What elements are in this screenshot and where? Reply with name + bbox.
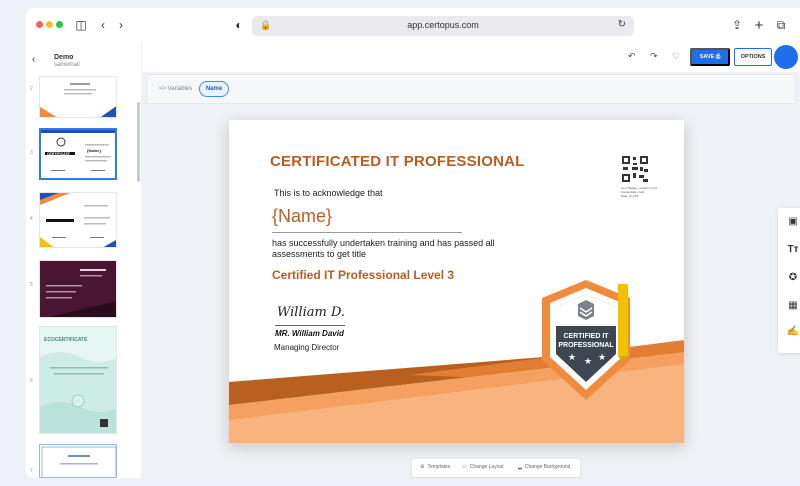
undo-icon[interactable]: ↶ [628, 51, 636, 62]
thumb-name: {Name} [87, 148, 102, 153]
thumb-number: 5 [30, 282, 33, 288]
user-avatar[interactable] [774, 45, 798, 69]
panel-scrollbar[interactable] [137, 102, 140, 182]
badge-line2: PROFESSIONAL [558, 342, 614, 349]
save-label: SAVE [699, 54, 715, 60]
qr-pattern [621, 155, 649, 183]
right-tools: ▣ Tт ✪ ▦ ✍ [778, 208, 800, 353]
templates-icon: ⚙ [420, 464, 425, 470]
svg-text:★: ★ [598, 353, 606, 363]
template-thumbnail[interactable]: ECOCERTIFICATE [39, 326, 117, 434]
template-thumbnail[interactable] [39, 260, 117, 318]
template-thumbnail[interactable] [39, 192, 117, 248]
template-thumbnail[interactable] [39, 444, 117, 478]
editor-area: ↶ ↷ ♡ SAVE ⎙ OPTIONS <> Variables Name C… [142, 42, 800, 478]
maximize-window-dot[interactable] [56, 21, 63, 28]
name-underline [272, 232, 462, 233]
templates-label: Templates [427, 464, 451, 470]
certificate-canvas[interactable]: CERTIFICATED IT PROFESSIONAL This is to … [229, 120, 684, 443]
redo-icon[interactable]: ↷ [650, 51, 658, 62]
thumb-number: 2 [30, 86, 33, 92]
shield-icon[interactable]: ◐ [232, 16, 246, 34]
qr-tool-icon[interactable]: ▦ [778, 300, 800, 311]
tabs-overview-icon[interactable]: ⧉ [774, 16, 788, 34]
variable-chip-name[interactable]: Name [199, 81, 229, 97]
new-tab-icon[interactable]: + [752, 16, 766, 34]
change-layout-button[interactable]: ▭ Change Layout [462, 464, 504, 470]
certificate-title[interactable]: CERTIFICATED IT PROFESSIONAL [270, 153, 525, 170]
thumb-number: 4 [30, 216, 33, 222]
templates-button[interactable]: ⚙ Templates [420, 464, 450, 470]
certificate-course[interactable]: Certified IT Professional Level 3 [272, 268, 454, 282]
template-thumbnail[interactable] [39, 76, 117, 118]
badge-tool-icon[interactable]: ✪ [778, 272, 800, 283]
thumb-art [40, 193, 116, 247]
thumb-number: 6 [30, 378, 33, 384]
svg-text:★: ★ [568, 353, 576, 363]
heart-icon[interactable]: ♡ [672, 51, 680, 62]
project-subtitle: samemail [54, 62, 80, 68]
background-icon: ▂ [518, 464, 522, 470]
text-tool-icon[interactable]: Tт [778, 244, 800, 255]
signature-line [275, 325, 345, 326]
thumb-eco-title: ECOCERTIFICATE [44, 337, 88, 343]
sidebar-toggle-icon[interactable]: ◫ [74, 16, 88, 34]
forward-arrow-icon[interactable]: › [116, 16, 126, 34]
save-disk-icon: ⎙ [715, 53, 721, 60]
signer-role[interactable]: Managing Director [274, 343, 339, 352]
qr-code-icon[interactable] [621, 155, 649, 183]
svg-text:★: ★ [584, 357, 592, 367]
share-icon[interactable]: ⇪ [730, 16, 744, 34]
options-button[interactable]: OPTIONS [734, 48, 772, 66]
url-text: app.certopus.com [407, 20, 479, 30]
bottom-tools: ⚙ Templates ▭ Change Layout ▂ Change Backgr… [412, 459, 580, 477]
save-template-icon[interactable]: ▣ [778, 216, 800, 227]
thumb-number: 7 [30, 468, 33, 474]
variables-bar: <> Variables Name [146, 74, 796, 104]
signature[interactable]: William D. [277, 305, 345, 320]
thumb-art [40, 83, 116, 117]
browser-chrome: ◫ ‹ › ◐ 🔒 app.certopus.com ↻ ⇪ + ⧉ [26, 8, 800, 42]
thumb-art [41, 446, 116, 477]
qr-caption: Cert. Badge_number | Cert. Credentials |… [621, 186, 658, 198]
editor-topbar: ↶ ↷ ♡ SAVE ⎙ OPTIONS [142, 42, 800, 72]
back-icon[interactable]: ‹ [32, 54, 35, 65]
template-thumbnail-active[interactable]: {Name} CERTIFICATE [39, 128, 117, 180]
thumb-art [40, 261, 116, 317]
thumb-number: 3 [30, 150, 33, 156]
back-arrow-icon[interactable]: ‹ [98, 16, 108, 34]
save-button[interactable]: SAVE ⎙ [690, 48, 730, 66]
variables-label: <> Variables [159, 86, 193, 92]
signature-tool-icon[interactable]: ✍ [778, 326, 800, 337]
change-background-button[interactable]: ▂ Change Background [518, 464, 570, 470]
close-window-dot[interactable] [36, 21, 43, 28]
project-name: Demo [54, 54, 74, 61]
certificate-body[interactable]: has successfully undertaken training and… [272, 238, 542, 260]
reload-icon[interactable]: ↻ [618, 19, 626, 30]
browser-window: ◫ ‹ › ◐ 🔒 app.certopus.com ↻ ⇪ + ⧉ ‹ Dem… [26, 8, 800, 478]
signer-name[interactable]: MR. William David [275, 329, 344, 338]
minimize-window-dot[interactable] [46, 21, 53, 28]
change-layout-label: Change Layout [469, 464, 504, 470]
change-background-label: Change Background [524, 464, 571, 470]
thumb-art [40, 327, 116, 433]
badge-line1: CERTIFIED IT [563, 333, 609, 340]
certificate-ack[interactable]: This is to acknowledge that [274, 188, 383, 198]
thumb-cert-label: CERTIFICATE [47, 152, 70, 156]
certificate-recipient-name[interactable]: {Name} [272, 206, 332, 227]
layout-icon: ▭ [462, 464, 467, 470]
template-list-panel: ‹ Demo samemail 2 3 {Name} CERTIFICATE 4… [26, 42, 142, 478]
url-bar[interactable]: 🔒 app.certopus.com ↻ [252, 16, 634, 36]
